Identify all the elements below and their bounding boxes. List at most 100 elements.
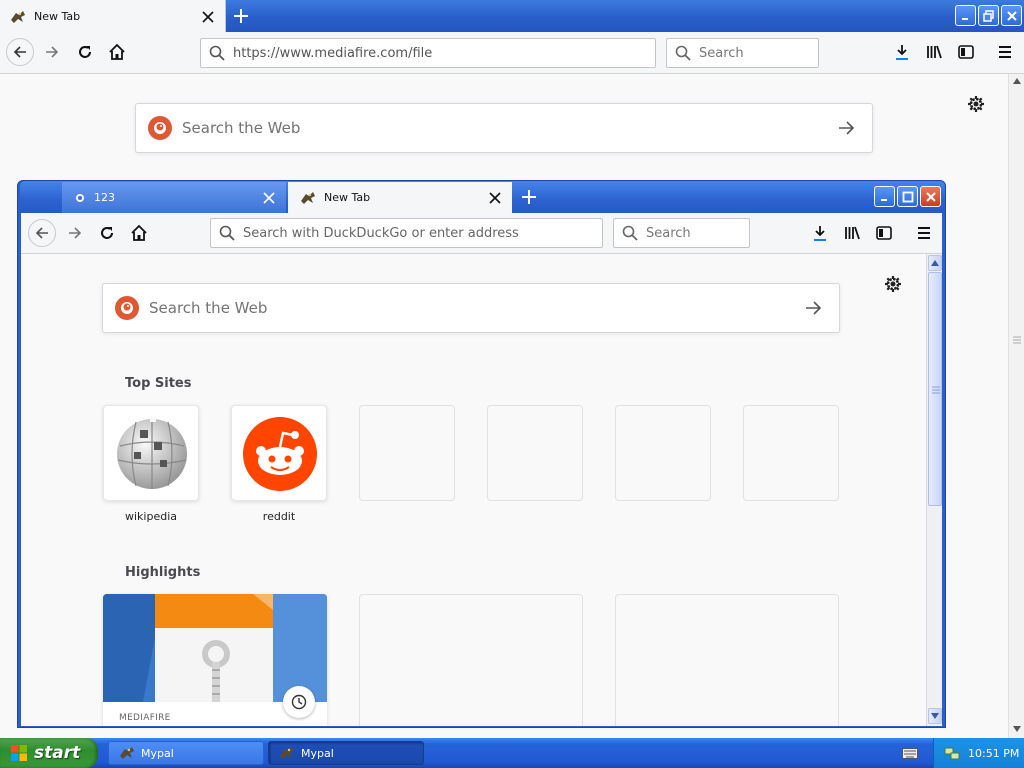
scroll-down-arrow-icon[interactable] — [1013, 726, 1021, 732]
top-sites-heading: Top Sites — [125, 376, 192, 391]
inner-tab-new-tab[interactable]: New Tab — [288, 182, 512, 213]
outer-tab-new-tab[interactable]: New Tab — [0, 0, 226, 33]
inner-url-placeholder: Search with DuckDuckGo or enter address — [243, 225, 519, 241]
close-icon[interactable] — [486, 189, 504, 207]
highlight-placeholder — [359, 594, 583, 726]
taskbar-item-label: Mypal — [301, 746, 334, 760]
scroll-up-button[interactable] — [928, 255, 942, 271]
maximize-button[interactable] — [897, 186, 918, 207]
start-label: start — [34, 743, 81, 763]
new-tab-button[interactable] — [516, 184, 542, 210]
reload-button[interactable] — [71, 38, 99, 66]
inner-search-bar-placeholder: Search — [646, 225, 691, 241]
mypal-favicon-icon — [10, 9, 26, 25]
gear-icon[interactable] — [883, 274, 905, 296]
scroll-grip-icon — [1013, 336, 1021, 344]
wikipedia-globe-icon — [114, 416, 190, 492]
inner-browser-body: Search with DuckDuckGo or enter address … — [21, 213, 942, 726]
inner-search-placeholder: Search the Web — [149, 299, 268, 317]
taskbar-item-mypal[interactable]: Mypal — [108, 741, 264, 765]
menu-icon[interactable] — [991, 38, 1019, 66]
search-bar-placeholder: Search — [699, 45, 744, 61]
mypal-favicon-icon — [300, 190, 316, 206]
inner-url-bar[interactable]: Search with DuckDuckGo or enter address — [210, 218, 603, 248]
back-button[interactable] — [28, 219, 56, 247]
close-icon[interactable] — [260, 189, 278, 207]
windows-flag-icon — [10, 744, 28, 762]
top-site-label: wikipedia — [124, 510, 177, 523]
top-site-placeholder — [359, 405, 455, 501]
taskbar-item-label: Mypal — [141, 746, 174, 760]
highlights-heading: Highlights — [125, 565, 201, 580]
top-site-placeholder — [615, 405, 711, 501]
scroll-down-button[interactable] — [928, 708, 942, 724]
inner-page-search-box[interactable]: Search the Web — [102, 283, 840, 333]
reload-button[interactable] — [93, 219, 121, 247]
top-site-reddit[interactable] — [231, 405, 327, 501]
downloads-icon[interactable] — [806, 219, 834, 247]
highlight-card-mediafire[interactable]: MEDIAFIRE — [103, 594, 327, 726]
arrow-right-icon[interactable] — [832, 114, 860, 142]
inner-search-bar[interactable]: Search — [613, 218, 750, 248]
reddit-icon — [243, 417, 317, 491]
outer-vertical-scrollbar[interactable] — [1008, 74, 1024, 738]
network-icon[interactable] — [944, 745, 960, 761]
scroll-thumb[interactable] — [928, 272, 942, 506]
new-tab-button[interactable] — [228, 3, 254, 29]
inner-tab-title: New Tab — [324, 191, 371, 204]
forward-button[interactable] — [61, 219, 89, 247]
outer-tab-strip: New Tab — [0, 0, 1024, 33]
clock-text: 10:51 PM — [968, 746, 1020, 760]
windows-taskbar: start Mypal Mypal 10:51 PM — [0, 738, 1024, 768]
downloads-icon[interactable] — [888, 38, 916, 66]
minimize-button[interactable] — [874, 186, 895, 207]
start-button[interactable]: start — [0, 738, 98, 768]
home-button[interactable] — [125, 219, 153, 247]
top-site-placeholder — [487, 405, 583, 501]
tab-favicon-icon — [74, 192, 86, 204]
highlight-placeholder — [615, 594, 839, 726]
forward-button[interactable] — [38, 38, 66, 66]
keyboard-icon[interactable] — [902, 746, 918, 760]
search-icon — [675, 45, 691, 61]
inner-new-tab-page: Search the Web Top Sites wikipedia reddi… — [21, 254, 926, 726]
library-icon[interactable] — [920, 38, 948, 66]
inner-navigation-toolbar: Search with DuckDuckGo or enter address … — [21, 213, 942, 254]
outer-page-search-box[interactable]: Search the Web — [135, 103, 873, 153]
search-bar[interactable]: Search — [666, 38, 819, 68]
search-icon — [209, 45, 225, 61]
clock-icon — [283, 686, 315, 718]
arrow-right-icon[interactable] — [799, 294, 827, 322]
url-bar[interactable]: https://www.mediafire.com/file — [200, 38, 656, 68]
top-site-wikipedia[interactable] — [103, 405, 199, 501]
menu-icon[interactable] — [910, 219, 938, 247]
taskbar-item-mypal-active[interactable]: Mypal — [268, 741, 424, 765]
mypal-favicon-icon — [279, 745, 295, 761]
window-close-button[interactable] — [920, 186, 941, 207]
back-button[interactable] — [6, 38, 34, 66]
close-icon[interactable] — [199, 8, 217, 26]
mypal-favicon-icon — [119, 745, 135, 761]
gear-icon[interactable] — [966, 94, 988, 116]
url-text: https://www.mediafire.com/file — [233, 45, 433, 61]
search-icon — [622, 225, 638, 241]
inner-tab-123[interactable]: 123 — [62, 182, 286, 213]
outer-search-placeholder: Search the Web — [182, 119, 301, 137]
restore-button[interactable] — [978, 5, 999, 26]
library-icon[interactable] — [838, 219, 866, 247]
scroll-grip-icon — [932, 386, 940, 394]
inner-browser-window: 123 New Tab Search with DuckDuckGo or en… — [17, 180, 946, 728]
top-site-placeholder — [743, 405, 839, 501]
sidebar-icon[interactable] — [870, 219, 898, 247]
scroll-up-arrow-icon[interactable] — [1013, 78, 1021, 84]
home-button[interactable] — [103, 38, 131, 66]
inner-tab-title: 123 — [94, 191, 115, 204]
top-site-label: reddit — [262, 510, 296, 523]
inner-vertical-scrollbar[interactable] — [926, 254, 942, 726]
search-icon — [219, 225, 235, 241]
highlight-source-label: MEDIAFIRE — [119, 713, 171, 723]
window-close-button[interactable] — [1001, 5, 1022, 26]
minimize-button[interactable] — [955, 5, 976, 26]
sidebar-icon[interactable] — [952, 38, 980, 66]
outer-navigation-toolbar: https://www.mediafire.com/file Search — [0, 32, 1024, 74]
